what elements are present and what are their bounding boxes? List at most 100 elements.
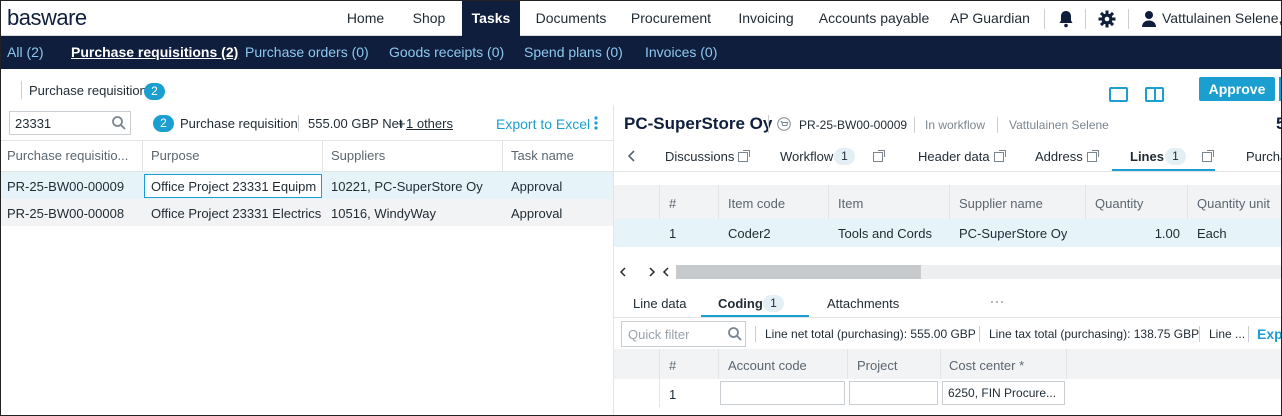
tab-address[interactable]: Address bbox=[1035, 149, 1099, 164]
subnav-purchase-requisitions[interactable]: Purchase requisitions (2) bbox=[71, 36, 238, 69]
toolbar-count-badge: 2 bbox=[144, 83, 165, 100]
lines-column-supplier-name[interactable]: Supplier name bbox=[959, 196, 1043, 211]
detail-divider bbox=[768, 115, 769, 133]
column-task-name[interactable]: Task name bbox=[511, 148, 574, 163]
nav-documents[interactable]: Documents bbox=[523, 1, 619, 36]
search-icon[interactable] bbox=[111, 115, 127, 131]
subnav-invoices[interactable]: Invoices (0) bbox=[645, 36, 717, 69]
nav-home[interactable]: Home bbox=[334, 1, 397, 36]
column-divider bbox=[1085, 185, 1086, 219]
toolbar-divider bbox=[1199, 326, 1200, 342]
account-code-field[interactable] bbox=[720, 381, 845, 405]
detail-divider bbox=[914, 117, 915, 133]
lines-column-quantity[interactable]: Quantity bbox=[1095, 196, 1143, 211]
approve-button[interactable]: Approve bbox=[1199, 77, 1275, 101]
basware-logo[interactable]: basware bbox=[7, 5, 87, 31]
project-field[interactable] bbox=[849, 381, 938, 405]
bell-icon[interactable] bbox=[1056, 9, 1076, 29]
table-row[interactable] bbox=[614, 219, 1281, 247]
app-window: basware Home Shop Tasks Documents Procur… bbox=[0, 0, 1282, 416]
scrollbar-thumb[interactable] bbox=[676, 265, 921, 279]
lines-column-item[interactable]: Item bbox=[838, 196, 863, 211]
detail-divider bbox=[997, 117, 998, 133]
subnav-spend-plans[interactable]: Spend plans (0) bbox=[524, 36, 623, 69]
subtab-coding[interactable]: Coding bbox=[718, 296, 763, 311]
row-purpose: Office Project 23331 Equipme... bbox=[151, 179, 316, 194]
tab-label: Lines bbox=[1130, 149, 1164, 164]
scroll-left-icon[interactable] bbox=[618, 265, 628, 279]
tab-label: Discussions bbox=[665, 149, 735, 164]
lines-column-quantity-unit[interactable]: Quantity unit bbox=[1197, 196, 1270, 211]
nav-procurement[interactable]: Procurement bbox=[623, 1, 719, 36]
single-pane-view-icon[interactable] bbox=[1109, 87, 1128, 102]
column-divider bbox=[322, 140, 323, 172]
subtabs-bottom-border bbox=[614, 317, 1281, 318]
tab-lines[interactable]: Lines bbox=[1130, 149, 1164, 164]
column-purpose[interactable]: Purpose bbox=[151, 148, 199, 163]
tab-label: Workflow bbox=[780, 149, 834, 164]
column-purchase-requisition[interactable]: Purchase requisitio... bbox=[7, 148, 137, 163]
nav-accounts-payable[interactable]: Accounts payable bbox=[812, 1, 936, 36]
nav-invoicing[interactable]: Invoicing bbox=[726, 1, 806, 36]
row-purpose: Office Project 23331 Electrics bbox=[151, 206, 322, 221]
line-item: Tools and Cords bbox=[838, 226, 932, 241]
export-link-partial[interactable]: Expo bbox=[1257, 326, 1281, 342]
coding-column-project[interactable]: Project bbox=[857, 358, 897, 373]
tab-workflow-count: 1 bbox=[834, 148, 855, 165]
column-suppliers[interactable]: Suppliers bbox=[331, 148, 385, 163]
column-divider bbox=[847, 349, 848, 379]
column-divider bbox=[940, 349, 941, 379]
cart-icon bbox=[777, 117, 791, 131]
export-to-excel-link[interactable]: Export to Excel bbox=[496, 116, 590, 132]
toolbar-divider bbox=[21, 81, 22, 99]
user-name[interactable]: Vattulainen Selene, I bbox=[1162, 1, 1281, 36]
search-icon[interactable] bbox=[727, 326, 743, 342]
scroll-left-icon[interactable] bbox=[661, 265, 671, 279]
quick-filter-placeholder: Quick filter bbox=[628, 327, 690, 342]
column-divider bbox=[718, 185, 719, 219]
lines-external-link[interactable] bbox=[1198, 149, 1214, 164]
list-total-plus: + bbox=[398, 116, 406, 131]
subnav-all[interactable]: All (2) bbox=[7, 36, 44, 69]
coding-column-account-code[interactable]: Account code bbox=[728, 358, 807, 373]
column-divider bbox=[659, 349, 660, 407]
scroll-right-icon[interactable] bbox=[647, 265, 657, 279]
coding-column-number[interactable]: # bbox=[669, 358, 676, 373]
tab-purchasing[interactable]: Purcha bbox=[1246, 149, 1281, 164]
external-link-icon bbox=[993, 150, 1006, 162]
tab-header-data[interactable]: Header data bbox=[918, 149, 1006, 164]
toolbar-divider bbox=[1248, 326, 1249, 342]
list-total: 555.00 GBP Net bbox=[308, 116, 403, 131]
lines-column-number[interactable]: # bbox=[669, 196, 676, 211]
detail-supplier-title: PC-SuperStore Oy bbox=[624, 114, 773, 133]
tabs-bottom-border bbox=[614, 171, 1281, 172]
tab-workflow[interactable]: Workflow bbox=[780, 149, 833, 164]
nav-ap-guardian[interactable]: AP Guardian bbox=[941, 1, 1039, 36]
cost-center-field[interactable]: 6250, FIN Procure... bbox=[942, 381, 1065, 405]
line-item-code: Coder2 bbox=[728, 226, 771, 241]
subtab-attachments[interactable]: Attachments bbox=[827, 296, 899, 311]
subnav-purchase-orders[interactable]: Purchase orders (0) bbox=[245, 36, 369, 69]
search-input-value: 23331 bbox=[15, 116, 52, 131]
row-task-name: Approval bbox=[511, 179, 563, 194]
lines-column-item-code[interactable]: Item code bbox=[728, 196, 785, 211]
coding-column-cost-center[interactable]: Cost center * bbox=[949, 358, 1024, 373]
resize-handle-icon[interactable] bbox=[989, 292, 1009, 303]
more-options-icon[interactable] bbox=[593, 115, 599, 131]
user-icon[interactable] bbox=[1141, 10, 1157, 28]
tabs-scroll-left-icon[interactable] bbox=[625, 147, 639, 165]
split-pane-view-icon[interactable] bbox=[1145, 87, 1164, 102]
subtab-line-data[interactable]: Line data bbox=[633, 296, 687, 311]
nav-tasks[interactable]: Tasks bbox=[462, 1, 520, 36]
tab-label: Address bbox=[1035, 149, 1083, 164]
subnav-goods-receipts[interactable]: Goods receipts (0) bbox=[389, 36, 504, 69]
nav-divider bbox=[1128, 9, 1129, 29]
external-link-icon bbox=[1086, 150, 1099, 162]
tab-discussions[interactable]: Discussions bbox=[665, 149, 751, 164]
line-quantity-unit: Each bbox=[1197, 226, 1227, 241]
toolbar-divider bbox=[979, 326, 980, 342]
workflow-external-link[interactable] bbox=[869, 149, 885, 164]
others-link[interactable]: 1 others bbox=[406, 116, 453, 131]
gear-icon[interactable] bbox=[1097, 9, 1117, 29]
nav-shop[interactable]: Shop bbox=[399, 1, 459, 36]
